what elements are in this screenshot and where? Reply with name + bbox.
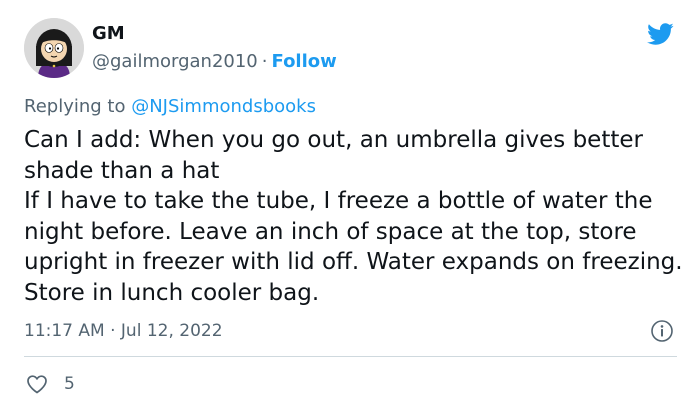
- reply-mention-link[interactable]: @NJSimmondsbooks: [131, 96, 316, 117]
- tweet-timestamp[interactable]: 11:17 AM · Jul 12, 2022: [24, 319, 223, 343]
- like-button[interactable]: 5: [24, 371, 75, 397]
- tweet-card: GM @gailmorgan2010 · Follow Replying to @N…: [0, 0, 700, 410]
- display-name[interactable]: GM: [92, 22, 125, 46]
- avatar-image: [24, 18, 84, 78]
- handle-separator: ·: [261, 51, 268, 72]
- like-count: 5: [64, 374, 75, 394]
- divider: [24, 356, 677, 357]
- tweet-text: Can I add: When you go out, an umbrella …: [24, 125, 684, 308]
- heart-icon: [27, 375, 47, 394]
- tweet-paragraph: If I have to take the tube, I freeze a b…: [24, 188, 683, 306]
- avatar[interactable]: [24, 18, 84, 78]
- handle-row: @gailmorgan2010 · Follow: [92, 50, 337, 74]
- reply-context: Replying to @NJSimmondsbooks: [24, 95, 316, 119]
- info-icon[interactable]: [650, 319, 674, 343]
- twitter-bird-icon[interactable]: [644, 20, 676, 48]
- reply-prefix: Replying to: [24, 96, 126, 117]
- tweet-paragraph: Can I add: When you go out, an umbrella …: [24, 127, 643, 184]
- user-handle[interactable]: @gailmorgan2010: [92, 51, 258, 72]
- follow-button[interactable]: Follow: [272, 51, 337, 72]
